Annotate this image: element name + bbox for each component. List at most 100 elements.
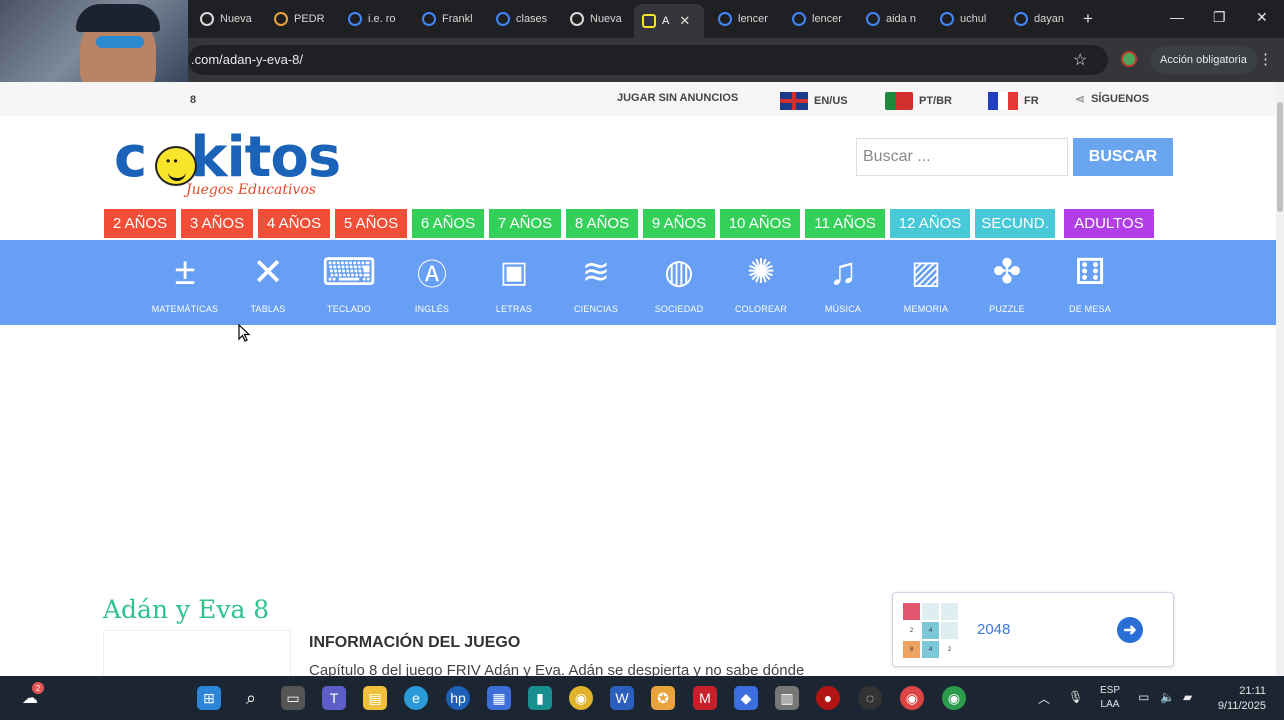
network-icon[interactable]: ▭	[1138, 690, 1149, 704]
start-icon[interactable]: ⊞	[197, 686, 221, 710]
browser-tab[interactable]: Nueva	[192, 6, 262, 32]
browser-tab[interactable]: uchul	[932, 6, 1002, 32]
browser-tab[interactable]: lencer	[784, 6, 854, 32]
search-button[interactable]: BUSCAR	[1073, 138, 1173, 176]
menu-kebab-icon[interactable]: ⋮	[1258, 50, 1273, 68]
medal-icon[interactable]: ✪	[651, 686, 675, 710]
close-tab-icon[interactable]: ✕	[679, 13, 690, 29]
category-teclado[interactable]: ⌨ TECLADO	[307, 246, 391, 315]
logo-text: c kitos	[114, 125, 341, 190]
browser-tab-active[interactable]: A ✕	[634, 4, 704, 38]
keyboard-icon: ⌨	[321, 251, 377, 294]
bookmark-star-icon[interactable]: ☆	[1073, 50, 1087, 70]
age-tab-9[interactable]: 9 AÑOS	[643, 209, 715, 238]
task-view-icon[interactable]: ▭	[281, 686, 305, 710]
age-tab-5[interactable]: 5 AÑOS	[335, 209, 407, 238]
windows-taskbar: ☁ 2 ⊞ ⌕ ▭ T ▤ e hp ▦ ▮ ◉ W ✪ M ◆ ▥ ● ◌ ◉…	[0, 676, 1284, 720]
hp-icon[interactable]: hp	[446, 686, 470, 710]
site-logo[interactable]: ckitos Juegos Educativos	[114, 128, 344, 204]
uk-flag-icon	[780, 92, 808, 110]
edge-icon[interactable]: e	[404, 686, 428, 710]
tab-favicon-icon	[274, 12, 288, 26]
age-tab-3[interactable]: 3 AÑOS	[181, 209, 253, 238]
volume-icon[interactable]: 🔈	[1160, 690, 1175, 704]
times-table-icon: ✕	[252, 251, 284, 294]
age-tab-adultos[interactable]: ADULTOS	[1064, 209, 1154, 238]
lang-pt-link[interactable]: PT/BR	[885, 92, 952, 110]
browser-tab[interactable]: PEDR	[266, 6, 336, 32]
category-ciencias[interactable]: ≋ CIENCIAS	[554, 246, 638, 314]
age-tab-6[interactable]: 6 AÑOS	[412, 209, 484, 238]
app-square-icon[interactable]: ◆	[734, 686, 758, 710]
game-thumbnail[interactable]	[103, 630, 291, 680]
input-language[interactable]: ESP LAA	[1100, 684, 1120, 712]
chrome-active-icon[interactable]: ◉	[942, 686, 966, 710]
category-colorear[interactable]: ✺ COLOREAR	[719, 246, 803, 314]
category-de-mesa[interactable]: ⚅ DE MESA	[1048, 246, 1132, 314]
category-puzzle[interactable]: ✤ PUZZLE	[965, 246, 1049, 314]
notification-badge: 2	[32, 682, 44, 694]
browser-tab[interactable]: i.e. ro	[340, 6, 410, 32]
scrollbar-thumb[interactable]	[1277, 102, 1283, 212]
category-tablas[interactable]: ✕ TABLAS	[226, 246, 310, 315]
browser-tab[interactable]: aida n	[858, 6, 928, 32]
browser-tab[interactable]: Nueva	[562, 6, 632, 32]
browser-tab[interactable]: dayan	[1006, 6, 1076, 32]
omnibox[interactable]	[188, 45, 1108, 75]
close-window-icon[interactable]: ✕	[1256, 9, 1268, 26]
follow-link[interactable]: ⋖ SÍGUENOS	[1075, 92, 1149, 106]
minimize-icon[interactable]: —	[1170, 9, 1184, 25]
tab-favicon-icon	[1014, 12, 1028, 26]
microphone-icon[interactable]: 🎙	[1068, 690, 1083, 704]
related-game-title: 2048	[977, 621, 1011, 638]
category-musica[interactable]: ♫ MÚSICA	[801, 246, 885, 315]
logo-subtitle: Juegos Educativos	[186, 182, 316, 198]
mcafee-icon[interactable]: M	[693, 686, 717, 710]
lang-fr-link[interactable]: FR	[988, 92, 1039, 110]
age-tab-10[interactable]: 10 AÑOS	[720, 209, 800, 238]
category-matematicas[interactable]: ± MATEMÁTICAS	[143, 246, 227, 315]
page-scrollbar[interactable]	[1276, 82, 1284, 676]
store-icon[interactable]: ▦	[487, 686, 511, 710]
app-icon[interactable]: ▮	[528, 686, 552, 710]
game-info-heading: INFORMACIÓN DEL JUEGO	[309, 634, 521, 651]
tab-favicon-icon	[348, 12, 362, 26]
lang-en-link[interactable]: EN/US	[780, 92, 848, 110]
search-icon[interactable]: ⌕	[239, 686, 263, 710]
age-tab-7[interactable]: 7 AÑOS	[489, 209, 561, 238]
age-tab-secundaria[interactable]: SECUND.	[975, 209, 1055, 238]
required-action-button[interactable]: Acción obligatoria	[1150, 46, 1257, 74]
file-explorer-icon[interactable]: ▤	[363, 686, 387, 710]
search-input[interactable]	[856, 138, 1068, 176]
age-tab-4[interactable]: 4 AÑOS	[258, 209, 330, 238]
related-game-card[interactable]: 24 842 2048 ➜	[892, 592, 1174, 667]
category-sociedad[interactable]: ◍ SOCIEDAD	[637, 246, 721, 314]
chrome-profile-icon[interactable]: ◉	[900, 686, 924, 710]
obs-icon[interactable]: ◌	[858, 686, 882, 710]
browser-tab[interactable]: lencer	[710, 6, 780, 32]
age-tab-8[interactable]: 8 AÑOS	[566, 209, 638, 238]
age-tab-2[interactable]: 2 AÑOS	[104, 209, 176, 238]
play-no-ads-link[interactable]: JUGAR SIN ANUNCIOS	[617, 92, 738, 104]
teams-icon[interactable]: T	[322, 686, 346, 710]
battery-icon[interactable]: ▰	[1183, 690, 1192, 704]
new-tab-icon[interactable]: +	[1083, 9, 1093, 29]
category-ingles[interactable]: Ⓐ INGLÉS	[390, 246, 474, 314]
game-app-icon[interactable]: ▥	[775, 686, 799, 710]
browser-tab[interactable]: Frankl	[414, 6, 484, 32]
game-2048-thumbnail-icon: 24 842	[903, 603, 959, 659]
tray-chevron-icon[interactable]: ︿	[1038, 690, 1050, 707]
age-tab-11[interactable]: 11 AÑOS	[805, 209, 885, 238]
word-icon[interactable]: W	[610, 686, 634, 710]
category-letras[interactable]: ▣ LETRAS	[472, 246, 556, 315]
extension-icon[interactable]	[1121, 51, 1137, 67]
category-memoria[interactable]: ▨ MEMORIA	[884, 246, 968, 314]
age-tab-12[interactable]: 12 AÑOS	[890, 209, 970, 238]
restore-icon[interactable]: ❐	[1213, 9, 1226, 26]
arrow-right-icon[interactable]: ➜	[1117, 617, 1143, 643]
chrome-icon[interactable]: ◉	[569, 686, 593, 710]
browser-tab[interactable]: clases	[488, 6, 558, 32]
url-text[interactable]: .com/adan-y-eva-8/	[191, 52, 303, 67]
system-clock[interactable]: 21:11 9/11/2025	[1208, 684, 1266, 714]
media-app-icon[interactable]: ●	[816, 686, 840, 710]
